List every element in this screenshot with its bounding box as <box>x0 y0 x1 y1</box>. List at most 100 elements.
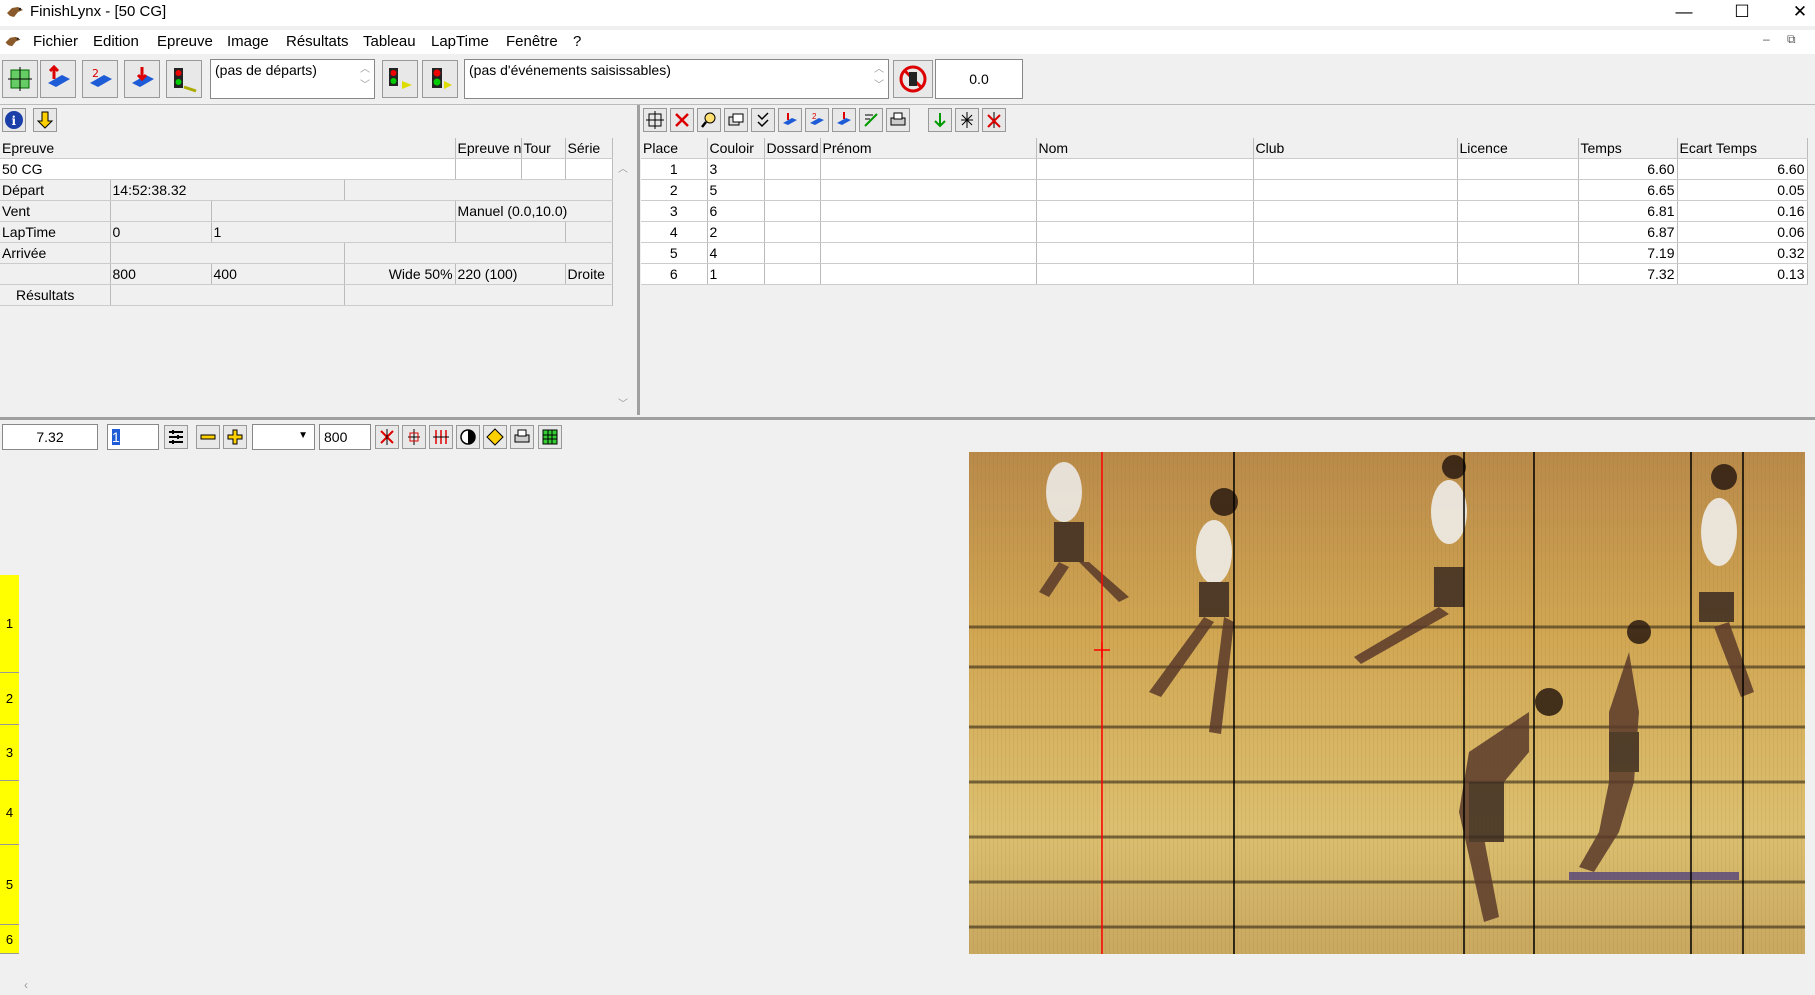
events-combo[interactable]: (pas d'événements saisissables) ︿ ﹀ <box>464 59 889 99</box>
cell-place[interactable]: 3 <box>641 200 708 222</box>
cell-club[interactable] <box>1253 221 1458 243</box>
arrivee-value[interactable] <box>110 242 345 264</box>
cell-nom[interactable] <box>1036 221 1254 243</box>
cell-prenom[interactable] <box>820 200 1037 222</box>
cell-temps[interactable]: 7.32 <box>1578 263 1678 285</box>
mdi-minimize-icon[interactable]: – <box>1763 32 1770 46</box>
lane-3[interactable]: 3 <box>0 725 19 781</box>
open-event-icon[interactable] <box>40 60 76 98</box>
cell-licence[interactable] <box>1457 179 1579 201</box>
brightness-icon[interactable] <box>483 425 507 449</box>
cell-place[interactable]: 6 <box>641 263 708 285</box>
info-icon[interactable]: i <box>2 108 26 132</box>
cell-dossard[interactable] <box>764 200 821 222</box>
menu-resultats[interactable]: Résultats <box>286 33 349 50</box>
cell-temps[interactable]: 6.60 <box>1578 158 1678 180</box>
cell-place[interactable]: 4 <box>641 221 708 243</box>
col-ecart-temps[interactable]: Ecart Temps <box>1677 138 1808 159</box>
table-row[interactable]: 6 1 7.32 0.13 <box>641 263 1808 285</box>
delete-image-icon[interactable] <box>375 425 399 449</box>
cell-temps[interactable]: 6.65 <box>1578 179 1678 201</box>
menu-tableau[interactable]: Tableau <box>363 33 416 50</box>
cell-dossard[interactable] <box>764 158 821 180</box>
lane-2[interactable]: 2 <box>0 673 19 725</box>
contrast-icon[interactable] <box>456 425 480 449</box>
lines-icon[interactable] <box>164 425 188 449</box>
event-name-field[interactable]: 50 CG <box>0 158 456 180</box>
menu-edition[interactable]: Edition <box>93 33 139 50</box>
delete-time-icon[interactable] <box>982 108 1006 132</box>
cell-couloir[interactable]: 4 <box>707 242 765 264</box>
horizontal-splitter[interactable] <box>0 417 1815 420</box>
cell-place[interactable]: 2 <box>641 179 708 201</box>
results-seq-icon[interactable]: 2 <box>805 108 829 132</box>
split-icon[interactable] <box>955 108 979 132</box>
start-light-icon[interactable] <box>166 60 202 98</box>
vent-value[interactable] <box>110 200 212 222</box>
cell-place[interactable]: 5 <box>641 242 708 264</box>
cell-licence[interactable] <box>1457 200 1579 222</box>
image-height[interactable]: 400 <box>211 263 345 285</box>
cell-licence[interactable] <box>1457 242 1579 264</box>
cell-dossard[interactable] <box>764 179 821 201</box>
cell-temps[interactable]: 6.87 <box>1578 221 1678 243</box>
minimize-button[interactable]: — <box>1661 0 1707 26</box>
cell-club[interactable] <box>1253 179 1458 201</box>
sequence-icon[interactable]: 2 <box>82 60 118 98</box>
image-rate[interactable]: 220 (100) <box>455 263 566 285</box>
col-couloir[interactable]: Couloir <box>707 138 765 159</box>
cell-place[interactable]: 1 <box>641 158 708 180</box>
heat-field[interactable] <box>565 158 613 180</box>
grid-icon[interactable] <box>538 425 562 449</box>
cell-nom[interactable] <box>1036 179 1254 201</box>
lane-6[interactable]: 6 <box>0 925 19 954</box>
pane-splitter[interactable] <box>637 105 640 415</box>
cell-temps[interactable]: 7.19 <box>1578 242 1678 264</box>
print-icon[interactable] <box>886 108 910 132</box>
cell-dossard[interactable] <box>764 263 821 285</box>
image-direction[interactable]: Droite <box>565 263 613 285</box>
cell-nom[interactable] <box>1036 200 1254 222</box>
cell-ecart-temps[interactable]: 0.06 <box>1677 221 1808 243</box>
sort-results-icon[interactable] <box>859 108 883 132</box>
cell-dossard[interactable] <box>764 221 821 243</box>
col-club[interactable]: Club <box>1253 138 1458 159</box>
lane-1[interactable]: 1 <box>0 575 19 673</box>
table-row[interactable]: 5 4 7.19 0.32 <box>641 242 1808 264</box>
cell-couloir[interactable]: 5 <box>707 179 765 201</box>
lane-5[interactable]: 5 <box>0 845 19 925</box>
cell-club[interactable] <box>1253 200 1458 222</box>
zoom-dropdown[interactable]: ▼ <box>252 424 315 450</box>
cell-licence[interactable] <box>1457 158 1579 180</box>
cell-club[interactable] <box>1253 158 1458 180</box>
image-width-field[interactable]: 800 <box>319 424 371 450</box>
results-up-icon[interactable] <box>778 108 802 132</box>
scroll-up-icon[interactable]: ︿ <box>618 160 628 175</box>
capture-small-icon[interactable] <box>643 108 667 132</box>
cell-dossard[interactable] <box>764 242 821 264</box>
cell-ecart-temps[interactable]: 0.32 <box>1677 242 1808 264</box>
laptime-count[interactable]: 1 <box>211 221 456 243</box>
image-mode[interactable]: Wide 50% <box>344 263 456 285</box>
col-prenom[interactable]: Prénom <box>820 138 1037 159</box>
table-row[interactable]: 1 3 6.60 6.60 <box>641 158 1808 180</box>
cell-ecart-temps[interactable]: 0.05 <box>1677 179 1808 201</box>
traffic-light-icon[interactable] <box>422 60 458 98</box>
zoom-in-icon[interactable] <box>223 425 247 449</box>
cell-prenom[interactable] <box>820 179 1037 201</box>
document-icon[interactable] <box>4 34 22 49</box>
menu-image[interactable]: Image <box>227 33 269 50</box>
cell-ecart-temps[interactable]: 6.60 <box>1677 158 1808 180</box>
cell-club[interactable] <box>1253 242 1458 264</box>
add-time-icon[interactable] <box>928 108 952 132</box>
horizontal-scrollbar[interactable]: ‹ <box>0 978 1815 995</box>
depart-time[interactable]: 14:52:38.32 <box>110 179 345 201</box>
results-down-icon[interactable] <box>832 108 856 132</box>
spin-arrows-icon[interactable]: ︿ ﹀ <box>360 62 370 94</box>
menu-fenetre[interactable]: Fenêtre <box>506 33 558 50</box>
delete-capture-icon[interactable] <box>670 108 694 132</box>
dropdown-arrow-icon[interactable]: ▼ <box>298 430 308 441</box>
cursor-field[interactable]: 1 <box>107 424 159 450</box>
scroll-left-icon[interactable]: ‹ <box>24 978 28 992</box>
spin-arrows-icon[interactable]: ︿ ﹀ <box>874 62 884 94</box>
